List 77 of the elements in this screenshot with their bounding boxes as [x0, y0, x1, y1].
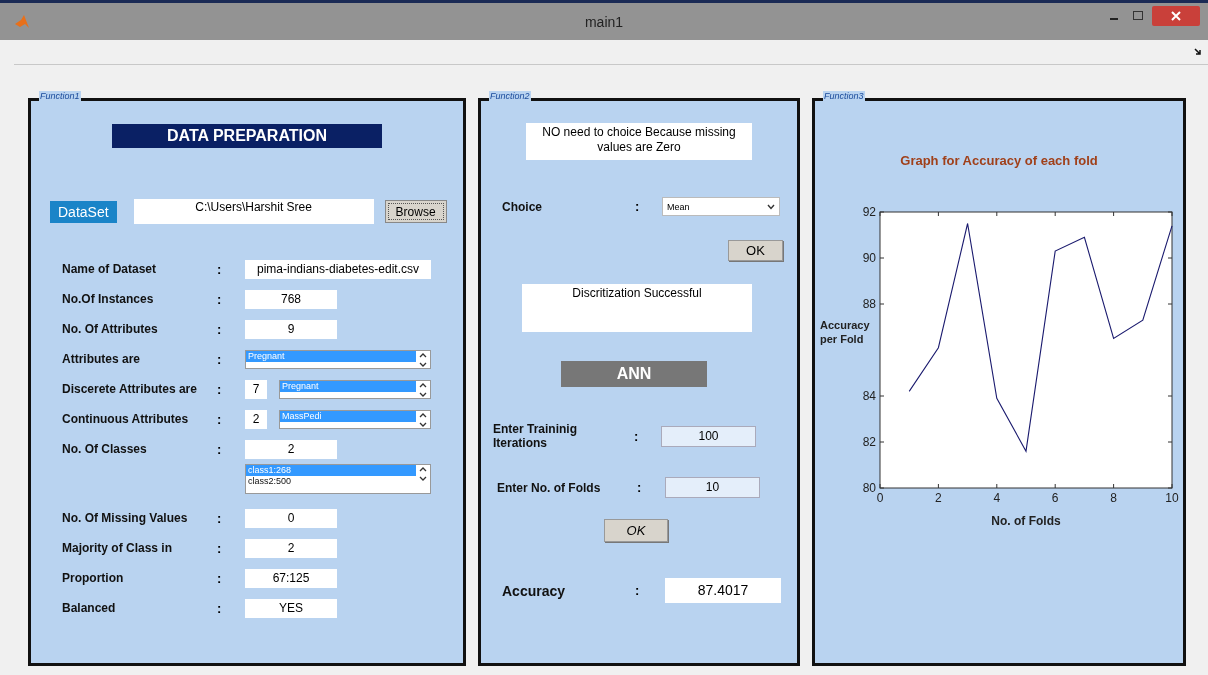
panel-title: Function3 — [823, 91, 865, 101]
value-field: pima-indians-diabetes-edit.csv — [245, 259, 431, 279]
list-item[interactable]: class2:500 — [246, 476, 416, 487]
status-box: Discritization Successful — [522, 284, 752, 332]
count-field: 2 — [245, 409, 267, 429]
field-label: Balanced — [62, 601, 117, 615]
section-header: DATA PREPARATION — [112, 124, 382, 148]
field-label: Choice — [502, 199, 543, 214]
value-field: 0 — [245, 508, 337, 528]
folds-field[interactable]: 10 — [665, 477, 760, 498]
field-label: Name of Dataset — [62, 262, 158, 276]
colon: : — [217, 441, 223, 457]
value-field: 67:125 — [245, 568, 337, 588]
ok-button[interactable]: OK — [604, 519, 668, 542]
colon: : — [217, 540, 223, 556]
x-tick-label: 4 — [993, 491, 1001, 505]
iterations-field[interactable]: 100 — [661, 425, 756, 447]
value-field: 9 — [245, 319, 337, 339]
chart-title: Graph for Accuracy of each fold — [899, 153, 1099, 168]
value-field: YES — [245, 598, 337, 618]
count-field: 7 — [245, 379, 267, 399]
panel-title: Function2 — [489, 91, 531, 101]
field-label: Proportion — [62, 571, 125, 585]
colon: : — [217, 600, 223, 616]
y-tick-label: 90 — [862, 251, 876, 265]
list-box[interactable]: class1:268 class2:500 — [245, 464, 431, 494]
scroll-arrows-icon[interactable] — [418, 465, 428, 483]
colon: : — [217, 351, 223, 367]
field-label: Attributes are — [62, 352, 142, 366]
browse-button[interactable]: Browse — [384, 200, 447, 223]
choice-dropdown[interactable]: Mean — [662, 197, 780, 216]
app-icon — [14, 13, 30, 30]
path-field[interactable]: C:\Users\Harshit Sree — [133, 199, 374, 224]
colon: : — [637, 480, 643, 495]
field-label: No. Of Missing Values — [62, 511, 189, 525]
field-label: Enter No. of Folds — [497, 480, 602, 495]
value-field: 768 — [245, 289, 337, 309]
colon: : — [634, 428, 640, 444]
colon: : — [635, 583, 641, 598]
y-tick-label: 88 — [862, 297, 876, 311]
colon: : — [217, 411, 223, 427]
y-tick-label: 80 — [862, 481, 876, 495]
y-tick-label: 84 — [862, 389, 876, 403]
colon: : — [217, 321, 223, 337]
x-tick-label: 0 — [876, 491, 884, 505]
field-label: Majority of Class in — [62, 541, 174, 555]
colon: : — [217, 381, 223, 397]
field-label: No. Of Classes — [62, 442, 148, 456]
section-header: ANN — [561, 361, 707, 387]
colon: : — [217, 261, 223, 277]
message-box: NO need to choice Because missing values are Zero — [526, 123, 752, 160]
field-label: Continuous Attributes — [62, 412, 190, 426]
dataset-label: DataSet — [50, 200, 117, 223]
y-tick-label: 82 — [862, 435, 876, 449]
colon: : — [217, 570, 223, 586]
value-field: 2 — [245, 538, 337, 558]
colon: : — [635, 199, 641, 214]
dock-icon[interactable] — [1194, 48, 1202, 56]
field-label: Discerete Attributes are — [62, 382, 198, 396]
x-tick-label: 2 — [935, 491, 942, 505]
window-title: main1 — [584, 13, 624, 30]
y-tick-label: 92 — [862, 205, 876, 219]
close-button[interactable] — [1152, 5, 1200, 26]
x-axis-label: No. of Folds — [991, 514, 1061, 528]
accuracy-field: 87.4017 — [665, 578, 781, 603]
x-tick-label: 10 — [1165, 491, 1179, 505]
field-label: No.Of Instances — [62, 292, 155, 306]
colon: : — [217, 510, 223, 526]
value-field: 2 — [245, 439, 337, 459]
panel-title: Function1 — [39, 91, 81, 101]
accuracy-label: Accuracy — [502, 582, 567, 599]
field-label: No. Of Attributes — [62, 322, 159, 336]
colon: : — [217, 291, 223, 307]
field-label: Enter Traininig Iterations — [493, 422, 578, 450]
ok-button[interactable]: OK — [728, 240, 783, 261]
x-tick-label: 6 — [1051, 491, 1059, 505]
x-tick-label: 8 — [1110, 491, 1117, 505]
